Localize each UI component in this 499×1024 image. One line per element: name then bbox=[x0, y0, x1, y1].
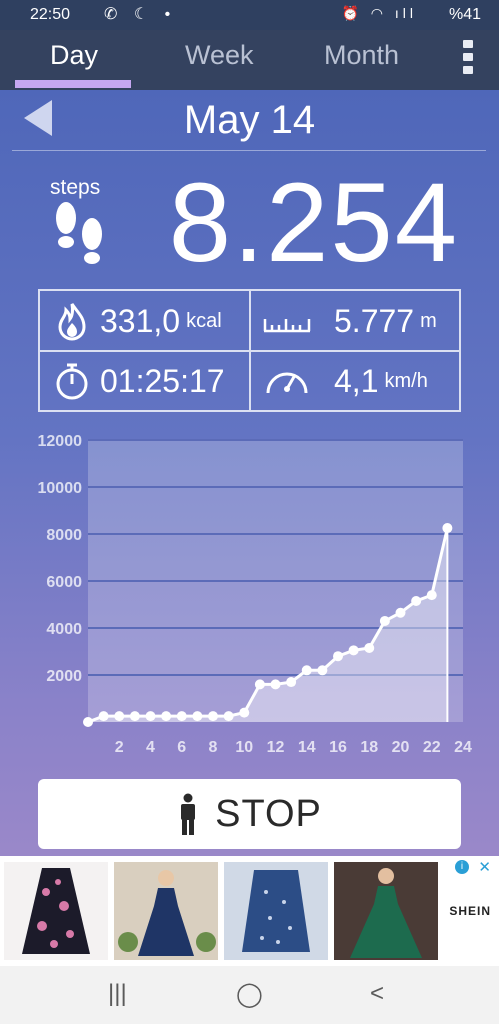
chart-point bbox=[426, 590, 437, 601]
stats-grid: 331,0 kcal 5.777 m 01:25:17 4,1 km/h bbox=[38, 289, 461, 412]
chart-x-tick-label: 2 bbox=[115, 739, 124, 756]
distance-stat: 5.777 m bbox=[262, 292, 437, 350]
chart-x-tick-label: 14 bbox=[298, 739, 316, 756]
chart-point bbox=[317, 665, 328, 676]
duration-stat: 01:25:17 bbox=[52, 352, 225, 410]
chart-x-tick-label: 8 bbox=[209, 739, 218, 756]
calories-stat: 331,0 kcal bbox=[52, 292, 222, 350]
status-bar: 22:50 ✆ ☾ • ⏰ ◠ ıll %41 bbox=[0, 0, 499, 30]
page-title-date: May 14 bbox=[183, 98, 316, 142]
chart-x-tick-label: 24 bbox=[454, 739, 472, 756]
chart-y-tick-label: 4000 bbox=[46, 621, 82, 638]
chart-point bbox=[379, 615, 390, 626]
steps-chart: 2000 4000 6000 8000 10000 12000 2 4 6 8 10 12 14 16 18… bbox=[0, 430, 499, 760]
steps-chart-svg: 200040006000800010000120002 4 6 8 10 12 14 16 18… bbox=[38, 433, 473, 756]
chart-point bbox=[129, 711, 140, 722]
system-icons: ⏰ ◠ ıll bbox=[341, 5, 417, 21]
chart-point bbox=[254, 679, 265, 690]
ad-product-blue-dress-image[interactable] bbox=[114, 862, 218, 960]
chart-x-tick-label: 12 bbox=[267, 739, 285, 756]
stop-button[interactable]: STOP bbox=[38, 779, 461, 849]
chart-x-tick-label: 22 bbox=[423, 739, 441, 756]
chart-point bbox=[208, 711, 218, 722]
chart-x-tick-label: 10 bbox=[235, 739, 253, 756]
chart-point bbox=[176, 711, 187, 722]
chart-point bbox=[348, 645, 359, 656]
ad-close-icon[interactable]: ✕ bbox=[478, 858, 491, 876]
footprints-icon bbox=[56, 202, 102, 264]
speed-unit: km/h bbox=[384, 369, 428, 392]
calories-value: 331,0 bbox=[100, 302, 181, 339]
chart-point bbox=[161, 711, 172, 722]
battery-level: %41 bbox=[448, 6, 481, 23]
speed-stat: 4,1 km/h bbox=[262, 352, 428, 410]
speedometer-icon bbox=[266, 372, 308, 394]
tab-day[interactable]: Day bbox=[50, 40, 98, 71]
active-tab-indicator bbox=[15, 80, 131, 88]
chart-y-tick-label: 6000 bbox=[46, 574, 82, 591]
ad-brand-logo[interactable]: SHEIN bbox=[449, 904, 491, 918]
ad-product-denim-skirt-image[interactable] bbox=[224, 862, 328, 960]
steps-label: steps bbox=[50, 176, 101, 199]
chart-point bbox=[270, 679, 281, 690]
chart-y-tick-label: 8000 bbox=[46, 527, 82, 544]
tab-week[interactable]: Week bbox=[185, 40, 254, 71]
back-button[interactable]: < bbox=[370, 980, 384, 1008]
calories-unit: kcal bbox=[186, 309, 222, 332]
chart-point bbox=[301, 665, 312, 676]
chart-point bbox=[286, 677, 297, 688]
ruler-icon bbox=[263, 319, 311, 333]
chart-point bbox=[333, 651, 343, 662]
notification-icons: ✆ ☾ • bbox=[104, 6, 177, 23]
chart-point bbox=[98, 711, 109, 722]
ad-banner[interactable]: i ✕ SHEIN bbox=[0, 856, 499, 966]
home-button[interactable]: ◯ bbox=[236, 980, 263, 1009]
tab-month[interactable]: Month bbox=[324, 40, 399, 71]
stopwatch-icon bbox=[56, 363, 88, 400]
steps-count: 8.254 bbox=[168, 160, 459, 285]
chart-point bbox=[239, 707, 250, 718]
chart-x-tick-label: 16 bbox=[329, 739, 347, 756]
stop-button-label: STOP bbox=[215, 792, 322, 835]
overflow-menu-icon[interactable] bbox=[463, 40, 475, 76]
chart-point bbox=[114, 711, 125, 722]
distance-unit: m bbox=[420, 309, 437, 332]
chart-point bbox=[442, 523, 453, 534]
chart-x-tick-label: 4 bbox=[146, 739, 155, 756]
chart-point bbox=[223, 711, 234, 722]
chart-x-tick-label: 20 bbox=[392, 739, 410, 756]
recent-apps-button[interactable]: ||| bbox=[108, 980, 127, 1008]
chart-point bbox=[145, 711, 156, 722]
chart-point bbox=[411, 595, 422, 606]
status-time: 22:50 bbox=[30, 6, 71, 23]
chart-y-tick-label: 2000 bbox=[46, 668, 82, 685]
person-icon bbox=[181, 793, 196, 835]
chart-y-tick-label: 12000 bbox=[38, 433, 83, 450]
ad-product-green-gown-image[interactable] bbox=[334, 862, 438, 960]
ad-product-skirt-image[interactable] bbox=[4, 862, 108, 960]
chart-x-tick-label: 6 bbox=[177, 739, 186, 756]
chart-point bbox=[192, 711, 203, 722]
system-navigation-bar: ||| ◯ < bbox=[0, 966, 499, 1024]
chart-point bbox=[395, 607, 406, 618]
chart-point bbox=[364, 642, 375, 653]
chart-x-tick-label: 18 bbox=[360, 739, 378, 756]
duration-value: 01:25:17 bbox=[100, 362, 225, 399]
flame-icon bbox=[58, 303, 86, 341]
speed-value: 4,1 bbox=[334, 362, 379, 399]
divider bbox=[12, 150, 486, 151]
ad-info-icon[interactable]: i bbox=[455, 860, 469, 874]
chart-point bbox=[83, 717, 93, 727]
chart-y-tick-label: 10000 bbox=[38, 480, 83, 497]
distance-value: 5.777 bbox=[334, 302, 415, 339]
